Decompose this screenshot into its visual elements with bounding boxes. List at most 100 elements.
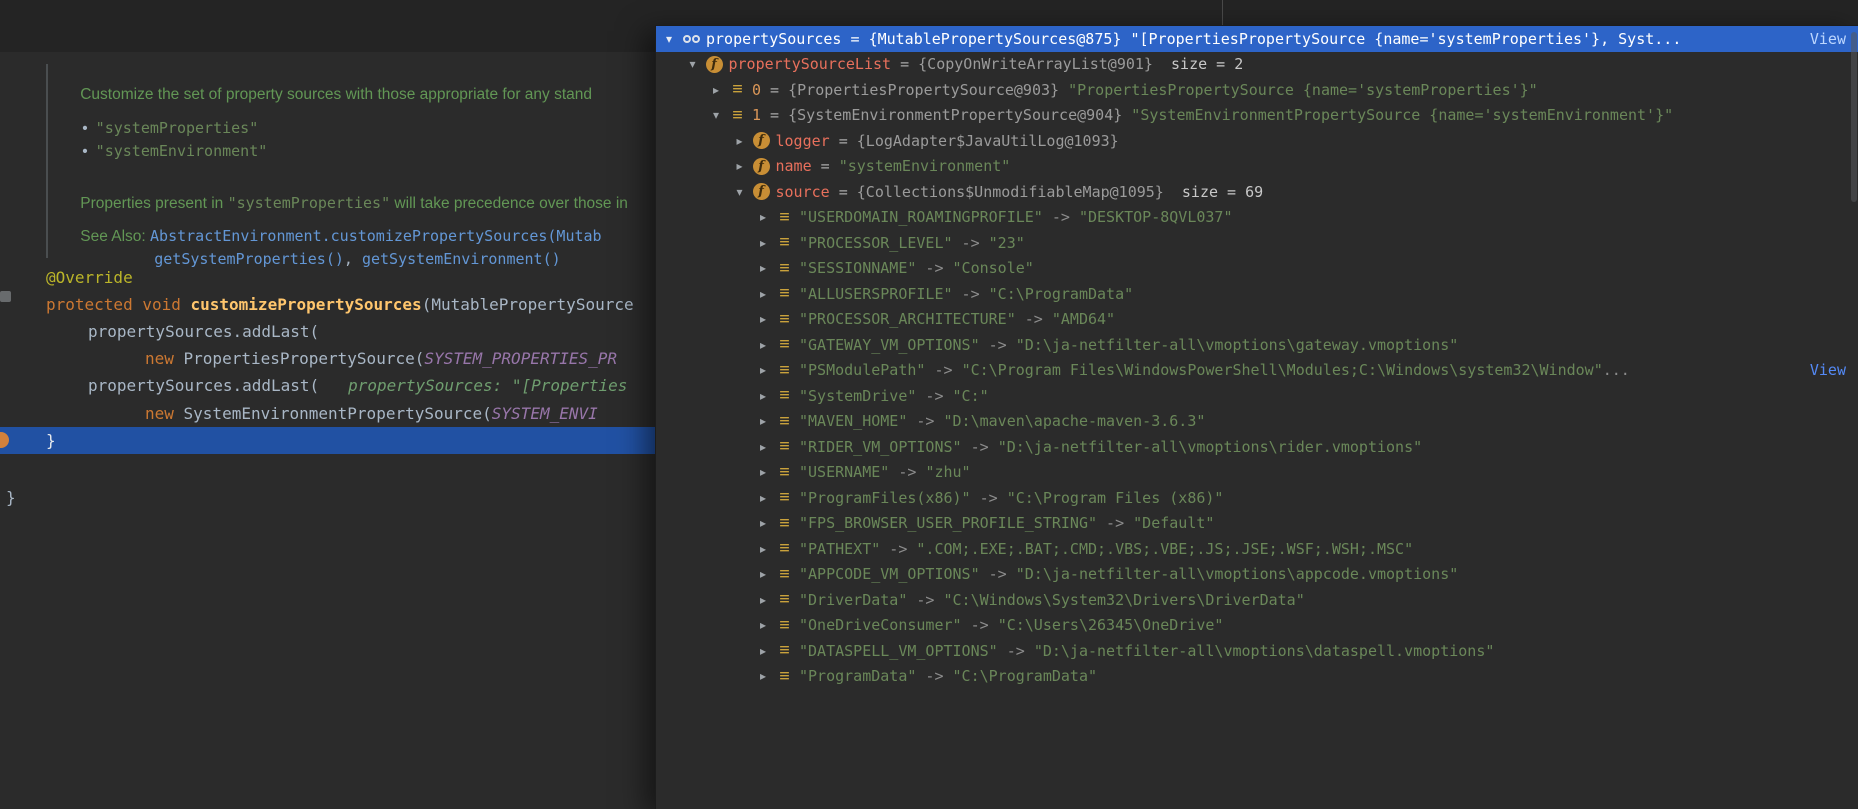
array-element-icon: ≡ — [776, 336, 793, 353]
variable-text: "PROCESSOR_LEVEL" -> "23" — [799, 234, 1858, 252]
chevron-right-icon[interactable]: ▸ — [755, 236, 771, 250]
array-element-icon: ≡ — [776, 515, 793, 532]
chevron-right-icon[interactable]: ▸ — [755, 363, 771, 377]
chevron-right-icon[interactable]: ▸ — [755, 593, 771, 607]
variable-row[interactable]: ▸ f name = "systemEnvironment" — [656, 154, 1858, 180]
variable-row[interactable]: ▸≡"USERNAME" -> "zhu" — [656, 460, 1858, 486]
array-element-icon: ≡ — [776, 234, 793, 251]
javadoc-link[interactable]: getSystemProperties() — [154, 250, 344, 268]
code-line: } — [6, 488, 16, 507]
array-element-icon: ≡ — [776, 591, 793, 608]
chevron-down-icon[interactable]: ▾ — [732, 185, 748, 199]
chevron-down-icon[interactable]: ▾ — [661, 32, 677, 46]
variable-row[interactable]: ▸ ≡ "ALLUSERSPROFILE" -> "C:\ProgramData" — [656, 281, 1858, 307]
variable-text: "ProgramData" -> "C:\ProgramData" — [799, 667, 1858, 685]
javadoc-text: , — [344, 250, 362, 268]
chevron-right-icon[interactable]: ▸ — [732, 159, 748, 173]
variable-row[interactable]: ▾fpropertySourceList = {CopyOnWriteArray… — [656, 52, 1858, 78]
variable-row[interactable]: ▸ ≡ "APPCODE_VM_OPTIONS" -> "D:\ja-netfilt… — [656, 562, 1858, 588]
javadoc-link[interactable]: getSystemEnvironment() — [362, 250, 561, 268]
array-element-icon: ≡ — [776, 438, 793, 455]
array-element-icon: ≡ — [776, 285, 793, 302]
chevron-right-icon[interactable]: ▸ — [755, 465, 771, 479]
variable-row[interactable]: ▸ ≡ "PATHEXT" -> ".COM;.EXE;.BAT;.CMD;.VBS… — [656, 536, 1858, 562]
array-element-icon: ≡ — [776, 642, 793, 659]
variable-row[interactable]: ▸ ≡ "ProgramData" -> "C:\ProgramData" — [656, 664, 1858, 690]
array-element-icon: ≡ — [776, 668, 793, 685]
variable-row[interactable]: ▸≡0 = {PropertiesPropertySource@903} "Pr… — [656, 77, 1858, 103]
variable-row[interactable]: ▸flogger = {LogAdapter$JavaUtilLog@1093} — [656, 128, 1858, 154]
variable-row[interactable]: ▸≡"PSModulePath" -> "C:\Program Files\Wi… — [656, 358, 1858, 384]
variable-row[interactable]: ▸≡"GATEWAY_VM_OPTIONS" -> "D:\ja-netfilt… — [656, 332, 1858, 358]
variable-row[interactable]: ▸≡"MAVEN_HOME" -> "D:\maven\apache-maven… — [656, 409, 1858, 435]
variable-text: "ALLUSERSPROFILE" -> "C:\ProgramData" — [799, 285, 1858, 303]
view-link[interactable]: View — [1810, 361, 1846, 379]
variable-row[interactable]: ▸ ≡ "RIDER_VM_OPTIONS" -> "D:\ja-netfilter… — [656, 434, 1858, 460]
chevron-right-icon[interactable]: ▸ — [755, 261, 771, 275]
chevron-down-icon[interactable]: ▾ — [685, 57, 701, 71]
chevron-right-icon[interactable]: ▸ — [755, 287, 771, 301]
variable-row[interactable]: ▸ ≡ "PROCESSOR_LEVEL" -> "23" — [656, 230, 1858, 256]
chevron-right-icon[interactable]: ▸ — [755, 516, 771, 530]
array-element-icon: ≡ — [776, 566, 793, 583]
variable-text: name = "systemEnvironment" — [776, 157, 1858, 175]
code-line: } — [46, 431, 56, 450]
variable-row[interactable]: ▸≡"DATASPELL_VM_OPTIONS" -> "D:\ja-netfi… — [656, 638, 1858, 664]
variable-row[interactable]: ▸≡"FPS_BROWSER_USER_PROFILE_STRING" -> "… — [656, 511, 1858, 537]
chevron-right-icon[interactable]: ▸ — [755, 542, 771, 556]
chevron-right-icon[interactable]: ▸ — [755, 414, 771, 428]
variable-row[interactable]: ▸≡"SystemDrive" -> "C:" — [656, 383, 1858, 409]
chevron-right-icon[interactable]: ▸ — [708, 83, 724, 97]
variable-text: propertySources = {MutablePropertySource… — [706, 30, 1804, 48]
variable-row[interactable]: ▸≡"DriverData" -> "C:\Windows\System32\D… — [656, 587, 1858, 613]
popup-scrollbar[interactable] — [1851, 32, 1857, 202]
debugger-popup: ▾ propertySources = {MutablePropertySourc… — [655, 25, 1858, 809]
ide-window: Customize the set of property sources wi… — [0, 0, 1858, 809]
chevron-right-icon[interactable]: ▸ — [755, 389, 771, 403]
execution-line-highlight — [0, 427, 656, 454]
array-element-icon: ≡ — [776, 209, 793, 226]
chevron-right-icon[interactable]: ▸ — [755, 338, 771, 352]
variable-text: "PATHEXT" -> ".COM;.EXE;.BAT;.CMD;.VBS;.… — [799, 540, 1858, 558]
array-element-icon: ≡ — [776, 362, 793, 379]
variable-row[interactable]: ▾≡1 = {SystemEnvironmentPropertySource@9… — [656, 103, 1858, 129]
variable-row[interactable]: ▸≡"SESSIONNAME" -> "Console" — [656, 256, 1858, 282]
array-element-icon: ≡ — [776, 617, 793, 634]
variable-row[interactable]: ▸ ≡ "ProgramFiles(x86)" -> "C:\Program Fil… — [656, 485, 1858, 511]
chevron-right-icon[interactable]: ▸ — [732, 134, 748, 148]
variable-text: logger = {LogAdapter$JavaUtilLog@1093} — [776, 132, 1858, 150]
variable-text: "USERNAME" -> "zhu" — [799, 463, 1858, 481]
array-element-icon: ≡ — [776, 489, 793, 506]
variable-text: "RIDER_VM_OPTIONS" -> "D:\ja-netfilter-a… — [799, 438, 1858, 456]
code-line: propertySources.addLast( — [88, 322, 319, 341]
variable-row[interactable]: ▸≡"OneDriveConsumer" -> "C:\Users\26345\… — [656, 613, 1858, 639]
chevron-right-icon[interactable]: ▸ — [755, 210, 771, 224]
chevron-down-icon[interactable]: ▾ — [708, 108, 724, 122]
variable-row[interactable]: ▾ propertySources = {MutablePropertySourc… — [656, 26, 1858, 52]
array-element-icon: ≡ — [729, 81, 746, 98]
chevron-right-icon[interactable]: ▸ — [755, 644, 771, 658]
chevron-right-icon[interactable]: ▸ — [755, 618, 771, 632]
field-icon: f — [706, 56, 723, 73]
javadoc-code: "systemEnvironment" — [96, 142, 268, 160]
field-icon: f — [753, 158, 770, 175]
code-line: protected void customizePropertySources(… — [46, 295, 634, 314]
variable-text: "MAVEN_HOME" -> "D:\maven\apache-maven-3… — [799, 412, 1858, 430]
javadoc-bullet-item: • "systemEnvironment" — [65, 124, 267, 179]
view-link[interactable]: View — [1810, 30, 1846, 48]
variable-text: "APPCODE_VM_OPTIONS" -> "D:\ja-netfilter… — [799, 565, 1858, 583]
variable-row[interactable]: ▾fsource = {Collections$UnmodifiableMap@… — [656, 179, 1858, 205]
watches-icon — [682, 35, 701, 43]
chevron-right-icon[interactable]: ▸ — [755, 669, 771, 683]
gutter-icon[interactable] — [0, 291, 11, 302]
chevron-right-icon[interactable]: ▸ — [755, 312, 771, 326]
bullet-icon: • — [82, 143, 87, 160]
variable-text: "ProgramFiles(x86)" -> "C:\Program Files… — [799, 489, 1858, 507]
array-element-icon: ≡ — [776, 540, 793, 557]
chevron-right-icon[interactable]: ▸ — [755, 440, 771, 454]
chevron-right-icon[interactable]: ▸ — [755, 491, 771, 505]
variable-row[interactable]: ▸≡"PROCESSOR_ARCHITECTURE" -> "AMD64" — [656, 307, 1858, 333]
javadoc-see-also: getSystemProperties(), getSystemEnvironm… — [137, 232, 561, 287]
variable-row[interactable]: ▸≡"USERDOMAIN_ROAMINGPROFILE" -> "DESKTO… — [656, 205, 1858, 231]
chevron-right-icon[interactable]: ▸ — [755, 567, 771, 581]
